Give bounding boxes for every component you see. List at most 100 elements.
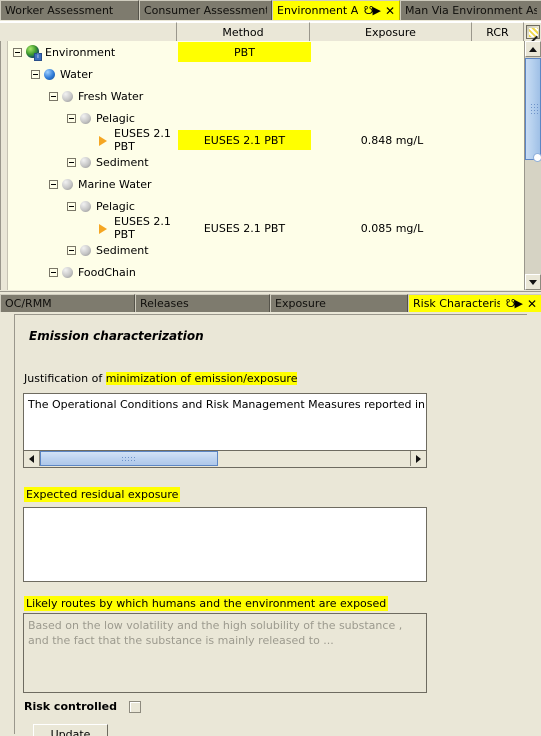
tree-node-label: Sediment <box>96 155 149 169</box>
gray-sphere-icon <box>80 244 91 256</box>
tree-row[interactable]: Sediment <box>9 151 520 173</box>
tree-row[interactable]: Marine Water <box>9 173 520 195</box>
scrollbar-grip-icon <box>530 103 538 115</box>
tab-consumer-assessment[interactable]: Consumer Assessment <box>139 0 272 20</box>
tree-row[interactable]: EUSES 2.1 PBT EUSES 2.1 PBT 0.085 mg/L <box>9 215 520 241</box>
tree-node-label: Pelagic <box>96 199 135 213</box>
tab-controls: ☋▶ ✕ <box>358 5 395 17</box>
orange-arrow-icon <box>98 223 109 234</box>
column-header-exposure[interactable]: Exposure <box>310 22 472 41</box>
tree-row[interactable]: Sediment <box>9 239 520 261</box>
tree-row[interactable]: Fresh Water <box>9 85 520 107</box>
tab-risk-characterisation[interactable]: Risk Characterisa... ☋▶ ✕ <box>408 294 541 312</box>
tree-node-name-cell: Sediment <box>9 156 178 169</box>
scrollbar-thumb[interactable] <box>525 58 541 160</box>
tab-releases[interactable]: Releases <box>135 294 270 312</box>
tree-node-name-cell: FoodChain <box>9 266 178 279</box>
likely-routes-input[interactable]: Based on the low volatility and the high… <box>23 613 427 693</box>
environment-assessment-panel: Worker Assessment Consumer Assessment En… <box>0 0 541 290</box>
scroll-left-icon <box>29 454 34 463</box>
expected-residual-exposure-input[interactable] <box>23 507 427 582</box>
hscroll-track[interactable] <box>40 451 410 467</box>
tree-method-cell: EUSES 2.1 PBT <box>178 130 311 150</box>
expander-collapse-icon[interactable] <box>49 267 58 277</box>
tab-man-via-environment-assessment[interactable]: Man Via Environment As... <box>400 0 541 20</box>
tab-worker-assessment[interactable]: Worker Assessment <box>0 0 139 20</box>
risk-controlled-label: Risk controlled <box>24 700 117 713</box>
expander-collapse-icon[interactable] <box>67 113 76 123</box>
column-settings-button[interactable] <box>524 22 541 41</box>
float-window-icon[interactable]: ☋▶ <box>364 5 381 16</box>
expander-collapse-icon[interactable] <box>49 91 58 101</box>
likely-routes-label: Likely routes by which humans and the en… <box>24 596 389 611</box>
scroll-right-icon <box>416 454 421 463</box>
tab-label: Consumer Assessment <box>144 4 267 17</box>
tree-exposure-cell: 0.848 mg/L <box>311 134 473 147</box>
scrollbar-grip-icon <box>121 456 137 463</box>
tab-environment-assessment[interactable]: Environment Asse... ☋▶ ✕ <box>272 0 400 20</box>
scroll-up-icon <box>529 46 537 52</box>
expander-collapse-icon[interactable] <box>13 47 22 57</box>
bottom-tab-bar: OC/RMM Releases Exposure Risk Characteri… <box>0 292 541 312</box>
scroll-up-button[interactable] <box>525 41 541 57</box>
scroll-down-button[interactable] <box>525 274 541 290</box>
column-header-rcr[interactable]: RCR <box>472 22 524 41</box>
column-header-method[interactable]: Method <box>177 22 310 41</box>
justification-label: Justification of minimization of emissio… <box>24 372 298 385</box>
expander-collapse-icon[interactable] <box>67 201 76 211</box>
tree-row[interactable]: i Environment PBT <box>9 41 520 63</box>
expander-collapse-icon[interactable] <box>67 157 76 167</box>
tree-row[interactable]: Water <box>9 63 520 85</box>
method-value-highlighted: PBT <box>178 42 311 62</box>
close-icon[interactable]: ✕ <box>385 5 395 17</box>
expander-collapse-icon[interactable] <box>67 245 76 255</box>
float-window-icon[interactable]: ☋▶ <box>506 298 523 309</box>
expected-residual-exposure-label: Expected residual exposure <box>24 487 181 502</box>
tree-left-gutter <box>1 41 8 290</box>
expander-placeholder <box>85 224 94 233</box>
tree-node-label: Environment <box>45 45 116 59</box>
expander-collapse-icon[interactable] <box>49 179 58 189</box>
close-icon[interactable]: ✕ <box>527 298 537 310</box>
tree-row[interactable]: EUSES 2.1 PBT EUSES 2.1 PBT 0.848 mg/L <box>9 127 520 153</box>
column-header-name[interactable] <box>0 22 177 41</box>
justification-label-prefix: Justification of <box>24 372 106 385</box>
tree-node-name-cell: Marine Water <box>9 178 178 191</box>
tree-row[interactable]: Pelagic <box>9 195 520 217</box>
gray-sphere-icon <box>80 112 91 124</box>
tree-exposure-cell: 0.085 mg/L <box>311 222 473 235</box>
tree-node-label: Fresh Water <box>78 89 144 103</box>
tree-row[interactable]: FoodChain <box>9 261 520 283</box>
tree-node-name-cell: EUSES 2.1 PBT <box>9 215 178 241</box>
gray-sphere-icon <box>62 266 73 278</box>
hscroll-thumb[interactable] <box>40 451 218 466</box>
scroll-left-button[interactable] <box>24 451 40 466</box>
tree-rows: i Environment PBT Water Fresh Water Pelagic EU… <box>9 41 520 290</box>
tab-oc-rmm[interactable]: OC/RMM <box>0 294 135 312</box>
tab-label: Man Via Environment As... <box>405 4 537 17</box>
tree-node-name-cell: Fresh Water <box>9 90 178 103</box>
application-window: Worker Assessment Consumer Assessment En… <box>0 0 541 736</box>
justification-horizontal-scrollbar[interactable] <box>23 451 427 468</box>
tree-node-name-cell: Water <box>9 68 178 81</box>
globe-icon: i <box>26 45 42 61</box>
tree-vertical-scrollbar[interactable] <box>524 41 541 290</box>
tab-exposure[interactable]: Exposure <box>270 294 408 312</box>
tree-node-label: FoodChain <box>78 265 136 279</box>
tab-label: Environment Asse... <box>277 4 358 17</box>
exposure-value: 0.848 mg/L <box>360 133 424 147</box>
method-value: EUSES 2.1 PBT <box>203 221 286 235</box>
scroll-right-button[interactable] <box>410 451 426 466</box>
update-button[interactable]: Update <box>33 724 108 736</box>
emission-characterization-form: Emission characterization Justification … <box>14 314 527 736</box>
risk-controlled-checkbox[interactable] <box>128 700 141 713</box>
tree-node-name-cell: Pelagic <box>9 200 178 213</box>
tree-node-label: EUSES 2.1 PBT <box>114 215 171 241</box>
scrollbar-knob[interactable] <box>533 153 541 162</box>
gray-sphere-icon <box>80 156 91 168</box>
tab-label: Worker Assessment <box>5 4 114 17</box>
tree-row[interactable]: Pelagic <box>9 107 520 129</box>
justification-input[interactable]: The Operational Conditions and Risk Mana… <box>23 393 427 451</box>
expander-collapse-icon[interactable] <box>31 69 40 79</box>
gray-sphere-icon <box>62 178 73 190</box>
